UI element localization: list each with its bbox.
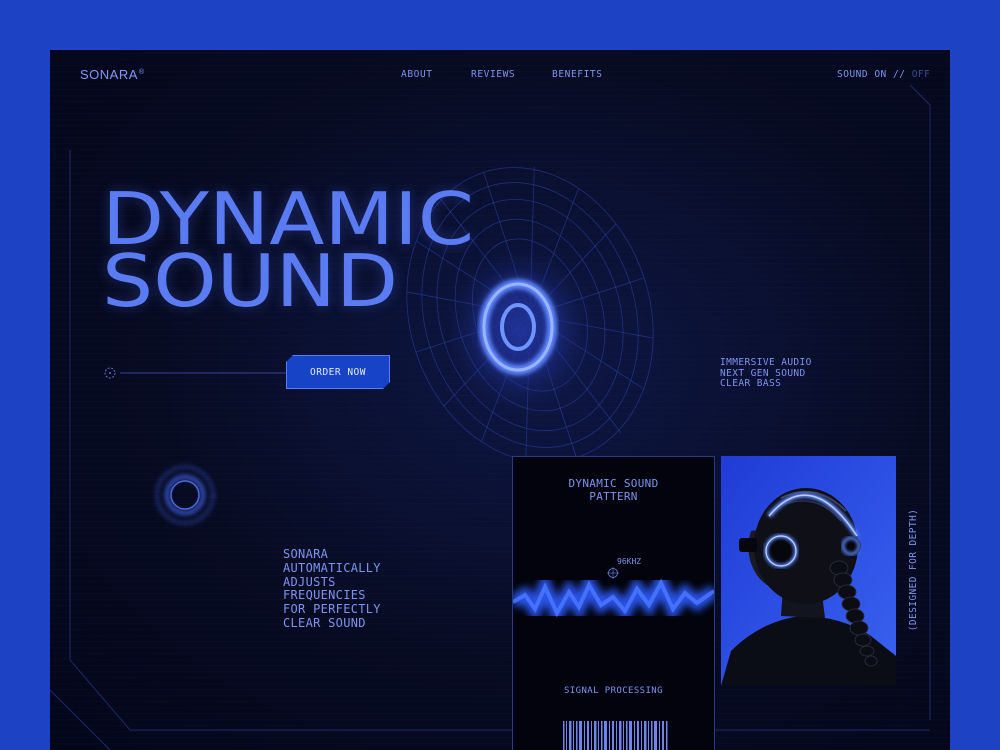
- nav-about[interactable]: ABOUT: [401, 69, 433, 80]
- feature-item: CLEAR BASS: [720, 378, 782, 389]
- crosshair-icon: [104, 367, 116, 379]
- feature-item: IMMERSIVE AUDIO: [720, 357, 812, 368]
- nav-benefits[interactable]: BENEFITS: [552, 69, 603, 80]
- sound-toggle[interactable]: SOUND ON // OFF: [837, 69, 930, 80]
- barcode-graphic: [563, 721, 668, 750]
- description-line: AUTOMATICALLY: [283, 560, 381, 575]
- card-title: DYNAMIC SOUND PATTERN: [513, 477, 714, 503]
- nav-reviews[interactable]: REVIEWS: [471, 69, 515, 80]
- description-line: FOR PERFECTLY: [283, 602, 381, 617]
- description-line: FREQUENCIES: [283, 588, 366, 603]
- card-title-line-2: PATTERN: [589, 490, 638, 503]
- sound-pattern-card: DYNAMIC SOUND PATTERN 96KHZ SIGNAL PROCE…: [512, 456, 715, 750]
- landing-page: SONARA® ABOUT REVIEWS BENEFITS SOUND ON …: [50, 50, 950, 750]
- sound-on-option[interactable]: SOUND ON: [837, 69, 887, 80]
- signal-processing-label: SIGNAL PROCESSING: [564, 686, 663, 696]
- brand-logo[interactable]: SONARA®: [80, 67, 145, 82]
- waveform-graphic: [513, 567, 714, 629]
- sound-off-option[interactable]: OFF: [912, 69, 931, 80]
- order-now-button[interactable]: ORDER NOW: [286, 355, 390, 389]
- card-title-line-1: DYNAMIC SOUND: [568, 477, 659, 490]
- product-description: SONARA AUTOMATICALLY ADJUSTS FREQUENCIES…: [283, 547, 381, 631]
- description-line: SONARA: [283, 547, 329, 561]
- small-speaker-glow-icon: [155, 465, 215, 525]
- hero-title: DYNAMIC SOUND: [102, 183, 474, 317]
- registered-mark: ®: [138, 68, 145, 76]
- description-line: ADJUSTS: [283, 574, 336, 589]
- designed-for-depth-label: (DESIGNED FOR DEPTH): [908, 508, 919, 632]
- brand-name: SONARA: [80, 67, 138, 82]
- headphones-model-photo: [721, 456, 896, 686]
- feature-list: IMMERSIVE AUDIO NEXT GEN SOUND CLEAR BAS…: [720, 357, 812, 390]
- sound-separator: //: [893, 69, 906, 80]
- description-line: CLEAR SOUND: [283, 615, 366, 630]
